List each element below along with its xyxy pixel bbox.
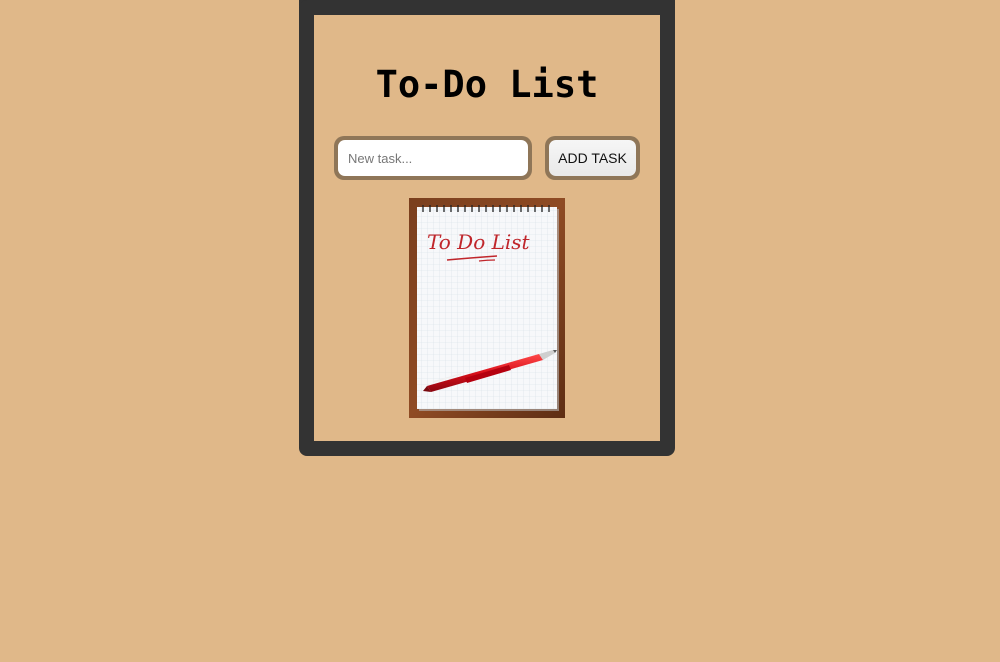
task-input-border [334, 136, 532, 180]
handwritten-heading: To Do List [427, 230, 531, 254]
new-task-input[interactable] [338, 140, 528, 176]
page-title: To-Do List [375, 63, 599, 106]
add-task-button-border: ADD TASK [545, 136, 640, 180]
add-task-button[interactable]: ADD TASK [549, 140, 636, 176]
todo-app-container: To-Do List ADD TASK [299, 0, 675, 456]
notepad-illustration: To Do List [409, 198, 565, 418]
